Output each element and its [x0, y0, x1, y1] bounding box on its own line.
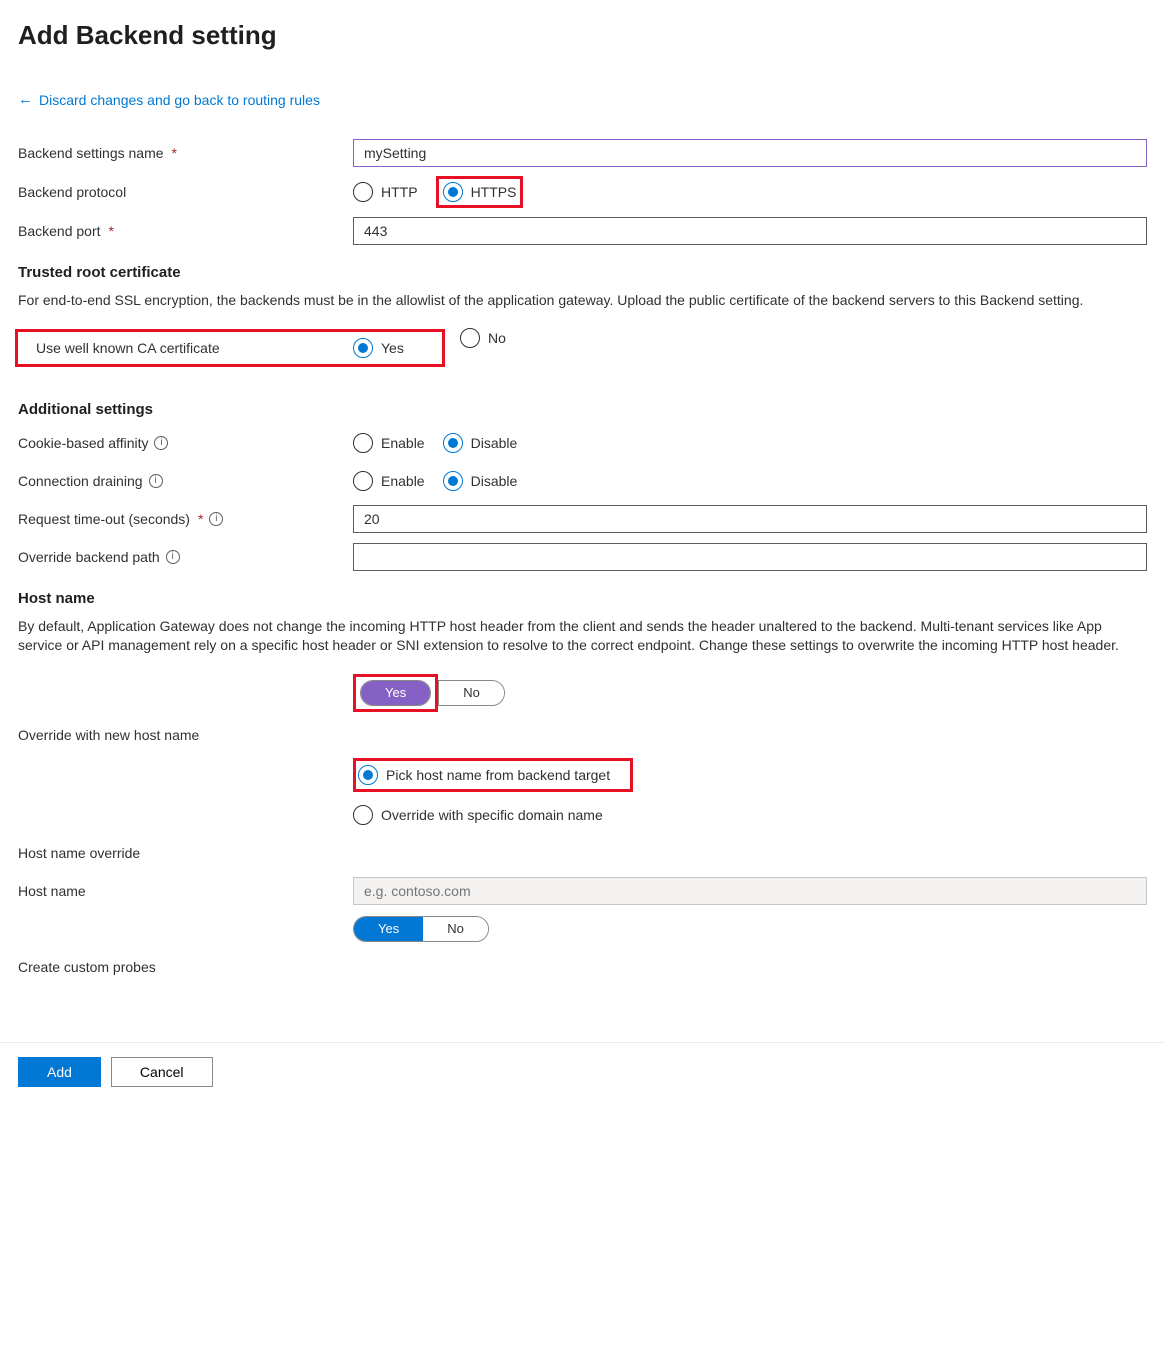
radio-icon — [443, 182, 463, 202]
custom-probes-toggle[interactable]: Yes No — [353, 916, 489, 942]
info-icon[interactable]: i — [166, 550, 180, 564]
override-host-no[interactable]: No — [439, 681, 504, 705]
backend-port-label: Backend port* — [18, 223, 353, 239]
host-name-override-label: Host name override — [18, 845, 353, 861]
well-known-ca-yes-radio[interactable]: Yes — [353, 338, 404, 358]
override-host-yes[interactable]: Yes — [361, 681, 430, 705]
page-title: Add Backend setting — [18, 20, 1147, 51]
host-name-description: By default, Application Gateway does not… — [18, 617, 1147, 656]
radio-icon — [443, 433, 463, 453]
override-with-new-hostname-label: Override with new host name — [18, 727, 353, 743]
cookie-affinity-label: Cookie-based affinity i — [18, 435, 353, 451]
cookie-affinity-enable-radio[interactable]: Enable — [353, 433, 425, 453]
arrow-left-icon: ← — [18, 91, 33, 108]
backend-port-input[interactable] — [353, 217, 1147, 245]
create-custom-probes-label: Create custom probes — [18, 959, 353, 975]
connection-draining-label: Connection draining i — [18, 473, 353, 489]
protocol-http-label: HTTP — [381, 184, 418, 200]
override-specific-domain-radio[interactable]: Override with specific domain name — [353, 805, 603, 825]
custom-probes-no[interactable]: No — [423, 917, 488, 941]
highlight-box: Pick host name from backend target — [353, 758, 633, 792]
cancel-button[interactable]: Cancel — [111, 1057, 213, 1087]
well-known-ca-label: Use well known CA certificate — [18, 340, 353, 356]
radio-icon — [353, 182, 373, 202]
protocol-https-label: HTTPS — [471, 184, 517, 200]
override-backend-path-label: Override backend path i — [18, 549, 353, 565]
radio-icon — [353, 805, 373, 825]
request-timeout-input[interactable] — [353, 505, 1147, 533]
backend-protocol-label: Backend protocol — [18, 184, 353, 200]
highlight-box: Yes — [353, 674, 438, 712]
info-icon[interactable]: i — [154, 436, 168, 450]
well-known-ca-yes-label: Yes — [381, 340, 404, 356]
backend-settings-name-input[interactable] — [353, 139, 1147, 167]
additional-settings-heading: Additional settings — [18, 401, 1147, 418]
custom-probes-yes[interactable]: Yes — [354, 917, 423, 941]
radio-icon — [443, 471, 463, 491]
back-link-text: Discard changes and go back to routing r… — [39, 92, 320, 108]
protocol-http-radio[interactable]: HTTP — [353, 182, 418, 202]
radio-icon — [460, 328, 480, 348]
pick-hostname-backend-radio[interactable]: Pick host name from backend target — [358, 765, 610, 785]
cookie-affinity-disable-radio[interactable]: Disable — [443, 433, 518, 453]
radio-icon — [358, 765, 378, 785]
override-host-toggle[interactable]: Yes — [360, 680, 431, 706]
discard-back-link[interactable]: ← Discard changes and go back to routing… — [18, 91, 320, 108]
radio-icon — [353, 338, 373, 358]
trusted-root-heading: Trusted root certificate — [18, 264, 1147, 281]
radio-icon — [353, 471, 373, 491]
info-icon[interactable]: i — [149, 474, 163, 488]
host-name-field-label: Host name — [18, 883, 353, 899]
protocol-https-radio[interactable]: HTTPS — [443, 182, 517, 202]
backend-settings-name-label: Backend settings name* — [18, 145, 353, 161]
trusted-root-description: For end-to-end SSL encryption, the backe… — [18, 291, 1147, 311]
request-timeout-label: Request time-out (seconds)* i — [18, 511, 353, 527]
highlight-box: Use well known CA certificate Yes — [15, 329, 445, 367]
highlight-box: HTTPS — [436, 176, 524, 208]
well-known-ca-no-radio[interactable]: No — [460, 328, 506, 348]
footer: Add Cancel — [0, 1042, 1165, 1101]
host-name-heading: Host name — [18, 590, 1147, 607]
well-known-ca-no-label: No — [488, 330, 506, 346]
override-backend-path-input[interactable] — [353, 543, 1147, 571]
conn-draining-disable-radio[interactable]: Disable — [443, 471, 518, 491]
host-name-input — [353, 877, 1147, 905]
radio-icon — [353, 433, 373, 453]
conn-draining-enable-radio[interactable]: Enable — [353, 471, 425, 491]
add-button[interactable]: Add — [18, 1057, 101, 1087]
info-icon[interactable]: i — [209, 512, 223, 526]
